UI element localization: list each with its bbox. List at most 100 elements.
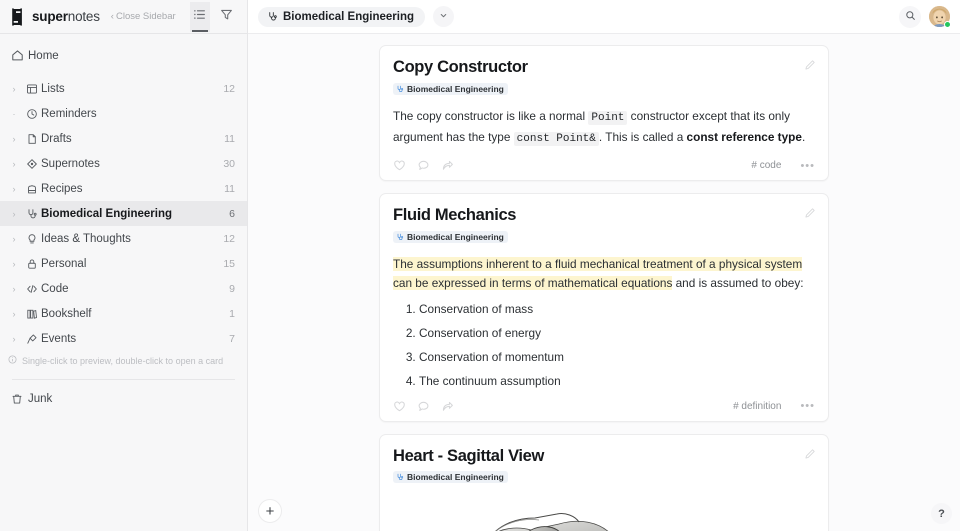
add-card-button[interactable]: + [258,499,282,523]
help-button[interactable]: ? [931,503,952,524]
plus-icon: + [265,502,275,520]
chevron-right-icon[interactable]: › [6,284,22,294]
chevron-right-icon[interactable]: › [6,309,22,319]
like-heart-icon[interactable] [393,159,406,172]
like-heart-icon[interactable] [393,400,406,413]
breadcrumb[interactable]: Biomedical Engineering [258,6,425,27]
chevron-right-icon[interactable]: › [6,234,22,244]
chevron-down-icon [439,11,448,22]
sidebar-item-personal[interactable]: › Personal 15 [0,251,247,276]
card-tag[interactable]: # definition [733,401,781,412]
bookshelf-icon [22,308,41,320]
sidebar-item-count: 15 [223,257,235,270]
chevron-right-icon[interactable]: › [6,159,22,169]
share-icon[interactable] [441,159,454,172]
comment-icon[interactable] [417,159,430,172]
card-fluid-mechanics[interactable]: Fluid Mechanics Biomedical Engineering T… [379,193,829,422]
bold-text: const reference type [686,129,802,144]
card-chip-label: Biomedical Engineering [407,232,504,243]
sidebar-item-label: Biomedical Engineering [41,207,172,220]
sidebar-divider [12,378,235,380]
chevron-right-icon[interactable]: › [6,209,22,219]
file-icon [22,133,41,145]
more-options-icon[interactable]: ••• [792,400,815,412]
sidebar-item-label: Code [41,282,69,295]
lock-icon [22,258,41,270]
more-options-icon[interactable]: ••• [792,160,815,172]
card-tag-chip[interactable]: Biomedical Engineering [393,82,508,95]
sidebar-item-label: Home [28,49,59,62]
sidebar-item-lists[interactable]: › Lists 12 [0,76,247,101]
home-icon [6,49,28,62]
list-view-button[interactable] [189,1,210,32]
text-run: . This is called a [598,129,687,144]
stethoscope-icon [396,233,404,241]
trash-icon [6,393,28,405]
text-run: and is assumed to obey: [672,276,804,291]
sidebar-item-code[interactable]: › Code 9 [0,276,247,301]
breadcrumb-label: Biomedical Engineering [283,10,414,23]
search-button[interactable] [899,5,921,28]
sidebar-item-reminders[interactable]: · Reminders [0,101,247,126]
sidebar-item-events[interactable]: › Events 7 [0,326,247,351]
card-tag-chip[interactable]: Biomedical Engineering [393,471,508,484]
edit-pencil-icon[interactable] [804,447,816,465]
card-copy-constructor[interactable]: Copy Constructor Biomedical Engineering … [379,45,829,182]
avatar[interactable] [929,6,951,28]
chef-hat-icon [22,183,41,195]
chevron-right-icon[interactable]: · [6,109,22,119]
card-tag-chip[interactable]: Biomedical Engineering [393,231,508,244]
card-heart-sagittal-view[interactable]: Heart - Sagittal View Biomedical Enginee… [379,433,829,531]
stethoscope-icon [22,208,41,220]
sidebar-item-count: 12 [223,82,235,95]
left-gutter: + [248,34,379,531]
card-body: The assumptions inherent to a fluid mech… [393,255,815,293]
sidebar-item-junk[interactable]: Junk [0,387,247,412]
sidebar-item-recipes[interactable]: › Recipes 11 [0,176,247,201]
list-item: Conservation of mass [419,304,815,316]
sidebar-item-label: Reminders [41,107,97,120]
card-tag[interactable]: # code [751,160,781,171]
sidebar-hint-text: Single-click to preview, double-click to… [22,355,224,366]
chevron-right-icon[interactable]: › [6,134,22,144]
edit-pencil-icon[interactable] [804,58,816,76]
sidebar-item-label: Personal [41,257,87,270]
sidebar-item-home[interactable]: Home [0,43,247,68]
sidebar-item-count: 30 [223,157,235,170]
sidebar-item-count: 12 [223,232,235,245]
chevron-right-icon[interactable]: › [6,334,22,344]
sidebar-hint: Single-click to preview, double-click to… [0,351,247,372]
chevron-right-icon[interactable]: › [6,184,22,194]
sidebar-item-drafts[interactable]: › Drafts 11 [0,126,247,151]
chevron-right-icon[interactable]: › [6,84,22,94]
share-icon[interactable] [441,400,454,413]
sidebar-item-count: 6 [229,207,235,220]
table-icon [22,83,41,95]
chevron-right-icon[interactable]: › [6,259,22,269]
sidebar-item-label: Drafts [41,132,72,145]
filter-button[interactable] [217,2,237,32]
pin-icon [22,333,41,345]
lightbulb-icon [22,233,41,245]
sidebar: supernotes ‹ Close Sidebar Home › Lists … [0,0,248,531]
sidebar-item-supernotes[interactable]: › Supernotes 30 [0,151,247,176]
sidebar-item-ideas-thoughts[interactable]: › Ideas & Thoughts 12 [0,226,247,251]
inline-code: const Point& [513,131,599,146]
card-title: Copy Constructor [393,58,528,76]
card-ordered-list: Conservation of mass Conservation of ener… [393,304,815,387]
edit-pencil-icon[interactable] [804,206,816,224]
breadcrumb-dropdown-button[interactable] [433,6,454,27]
close-sidebar-button[interactable]: ‹ Close Sidebar [111,11,176,22]
sidebar-item-biomedical-engineering[interactable]: › Biomedical Engineering 6 [0,201,247,226]
comment-icon[interactable] [417,400,430,413]
stethoscope-icon [396,473,404,481]
card-chip-label: Biomedical Engineering [407,472,504,483]
sidebar-item-count: 1 [229,307,235,320]
sidebar-item-bookshelf[interactable]: › Bookshelf 1 [0,301,247,326]
app-root: supernotes ‹ Close Sidebar Home › Lists … [0,0,960,531]
filter-funnel-icon [220,8,233,26]
sidebar-item-count: 11 [224,132,235,145]
code-brackets-icon [22,283,41,295]
text-run: . [801,129,806,144]
sidebar-item-label: Events [41,332,77,345]
